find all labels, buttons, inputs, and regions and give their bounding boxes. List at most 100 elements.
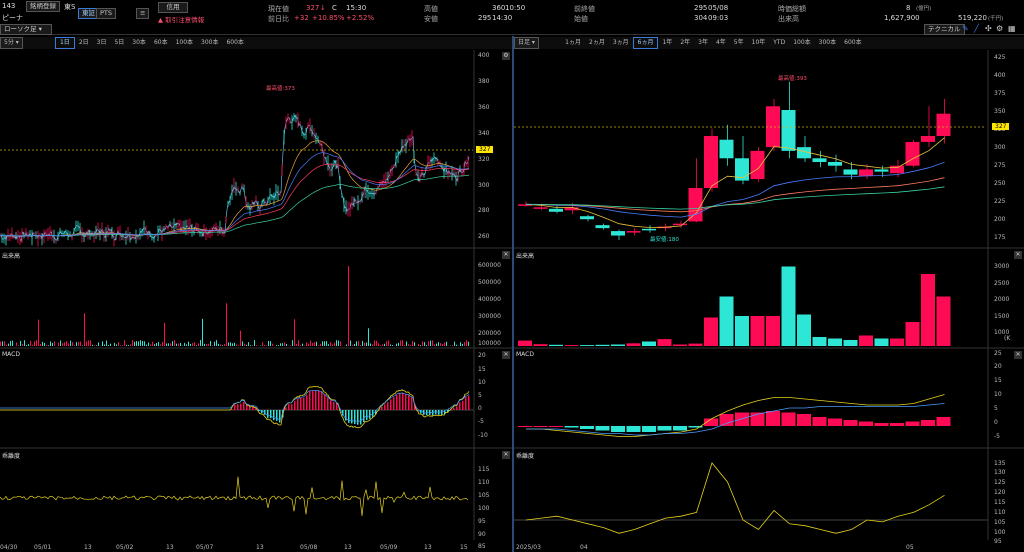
candle-body <box>890 165 904 174</box>
mcap-label: 時価総額 <box>778 5 806 13</box>
crosshair-icon[interactable]: ✣ <box>985 24 992 33</box>
right-tab-600[interactable]: 600本 <box>840 38 865 48</box>
volume-bar <box>296 343 297 346</box>
volume-bar <box>302 343 303 346</box>
volume-bar <box>310 340 311 346</box>
settings-icon[interactable]: ⚙ <box>996 24 1003 33</box>
right-tab-2m[interactable]: 2ヵ月 <box>585 38 609 48</box>
turnover-value: 519,220 <box>958 14 987 22</box>
right-tab-4y[interactable]: 4年 <box>712 38 730 48</box>
right-tab-5y[interactable]: 5年 <box>730 38 748 48</box>
open-label: 始値 <box>574 15 588 23</box>
candle-body <box>580 216 594 220</box>
volume-bar <box>412 341 413 346</box>
tick: 0 <box>478 405 482 412</box>
volume-bar <box>220 344 221 346</box>
tick: 105 <box>994 519 1006 526</box>
volume-bar <box>278 345 279 346</box>
left-tab-30[interactable]: 30本 <box>128 38 150 48</box>
right-tab-1y[interactable]: 1年 <box>658 38 676 48</box>
left-tab-100[interactable]: 100本 <box>172 38 197 48</box>
tick: 280 <box>478 207 490 214</box>
macd-bar <box>921 420 935 426</box>
candle-body <box>719 139 734 159</box>
macd-bar <box>348 410 350 423</box>
macd-bar <box>273 410 275 421</box>
left-panel-close[interactable]: ✕ <box>502 251 510 259</box>
layout-icon[interactable]: ▦ <box>1008 24 1016 33</box>
right-volume-title: 出来高 <box>516 253 535 260</box>
tick: 300 <box>478 182 490 189</box>
volume-bar <box>354 343 355 346</box>
prev-label: 前終値 <box>574 5 595 13</box>
left-macd-close-icon[interactable]: ✕ <box>502 351 510 359</box>
volume-bar <box>104 344 105 346</box>
tab-pts[interactable]: PTS <box>96 8 117 19</box>
warning-link[interactable]: ▲ 取引注意情報 <box>158 14 204 24</box>
tick: -5 <box>478 418 484 425</box>
right-volume-close-icon[interactable]: ✕ <box>1014 251 1022 259</box>
left-price-chart <box>0 112 470 247</box>
macd-bar <box>936 417 951 426</box>
tick: 2025/03 <box>516 544 541 551</box>
volume-bar <box>580 345 594 346</box>
volume-bar <box>444 342 445 346</box>
volume-bar <box>719 296 734 346</box>
macd-bar <box>327 397 329 410</box>
macd-bar <box>405 394 407 410</box>
macd-bar <box>252 407 254 410</box>
right-tab-2y[interactable]: 2年 <box>676 38 694 48</box>
macd-bar <box>387 402 389 410</box>
left-kairi-chart <box>0 476 469 516</box>
right-tab-1m[interactable]: 1ヵ月 <box>561 38 585 48</box>
volume-bar <box>316 341 317 346</box>
left-kairi-close-icon[interactable]: ✕ <box>502 451 510 459</box>
right-interval-select[interactable]: 日足 ▾ <box>514 37 539 49</box>
pen-icon[interactable]: ✎ <box>962 24 969 33</box>
draw-line-icon[interactable]: ╱ <box>974 24 979 33</box>
volume-bar <box>380 345 381 346</box>
volume-bar <box>468 341 469 346</box>
menu-icon[interactable]: ≡ <box>136 8 150 19</box>
volume-bar <box>408 344 409 346</box>
tick: 200 <box>994 216 1006 223</box>
right-tab-100[interactable]: 100本 <box>789 38 814 48</box>
left-tab-300[interactable]: 300本 <box>197 38 222 48</box>
volume-bar <box>396 343 397 346</box>
left-tab-1d[interactable]: 1日 <box>54 37 75 49</box>
technical-button[interactable]: テクニカル <box>924 24 965 35</box>
tick: 05 <box>906 544 914 551</box>
chart-type-select[interactable]: ローソク足 ▾ <box>0 24 52 35</box>
right-tab-6m[interactable]: 6ヵ月 <box>632 37 659 49</box>
change-pct: +10.85% <box>312 14 345 22</box>
left-tab-60[interactable]: 60本 <box>150 38 172 48</box>
right-tab-3m[interactable]: 3ヵ月 <box>609 38 633 48</box>
volume-bar <box>642 341 656 346</box>
left-price-settings-icon[interactable]: ⚙ <box>502 52 510 60</box>
right-tab-ytd[interactable]: YTD <box>769 38 789 48</box>
volume-bar <box>90 340 91 346</box>
tick: 380 <box>478 78 490 85</box>
right-tab-300[interactable]: 300本 <box>815 38 840 48</box>
left-tab-5d[interactable]: 5日 <box>110 38 128 48</box>
left-tab-3d[interactable]: 3日 <box>93 38 111 48</box>
register-button[interactable]: 銘柄登録 <box>26 1 60 12</box>
volume-bar <box>242 341 243 346</box>
volume-bar <box>130 344 131 346</box>
volume-bar <box>252 345 253 346</box>
left-interval-select[interactable]: 5分 ▾ <box>0 37 23 49</box>
volume-bar <box>372 344 373 346</box>
left-tab-600[interactable]: 600本 <box>222 38 247 48</box>
volume-bar <box>533 344 548 346</box>
candle-body <box>642 228 656 231</box>
right-tab-10y[interactable]: 10年 <box>748 38 770 48</box>
volume-bar <box>390 344 391 346</box>
volume-bar <box>108 345 109 346</box>
volume-bar <box>272 343 273 346</box>
right-macd-close-icon[interactable]: ✕ <box>1014 351 1022 359</box>
volume-bar <box>828 338 842 346</box>
macd-bar <box>279 410 281 423</box>
right-tab-3y[interactable]: 3年 <box>694 38 712 48</box>
left-tab-2d[interactable]: 2日 <box>75 38 93 48</box>
credit-button[interactable]: 信用 <box>158 2 188 13</box>
